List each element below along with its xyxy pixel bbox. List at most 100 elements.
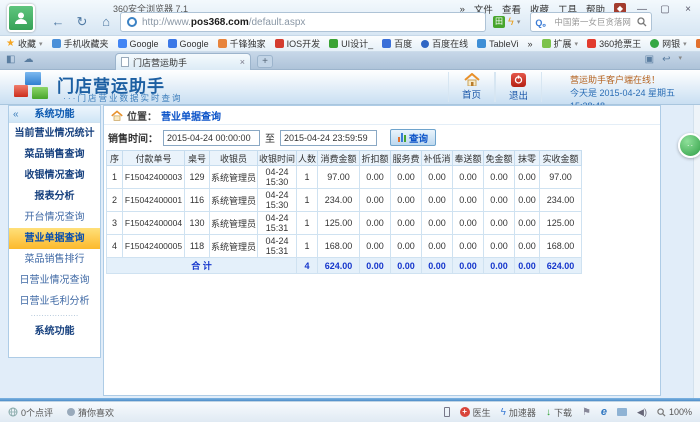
- sidebar-item-business-bill-query[interactable]: 营业单据查询: [9, 228, 100, 249]
- cell-cash-time: 04-2415:31: [258, 235, 297, 258]
- sale-time-to-input[interactable]: [280, 130, 377, 146]
- guess-you-like[interactable]: 猜你喜欢: [67, 406, 114, 419]
- total-min-charge: 0.00: [422, 258, 453, 274]
- total-service: 0.00: [391, 258, 422, 274]
- app-home-button[interactable]: 首页: [448, 72, 495, 102]
- sidebar-toggle-icon[interactable]: ◧: [6, 54, 15, 65]
- doctor-button[interactable]: +医生: [460, 406, 491, 419]
- address-bar[interactable]: http://www.pos368.com/default.aspx: [120, 12, 486, 32]
- sidebar-item-dish-sales-query[interactable]: 菜品销售查询: [9, 144, 100, 165]
- cell-people: 1: [297, 166, 318, 189]
- bookmark-ui-design[interactable]: UI设计_: [329, 37, 373, 50]
- close-button[interactable]: ×: [681, 4, 695, 15]
- cell-seq: 4: [107, 235, 123, 258]
- media-button[interactable]: [617, 408, 627, 416]
- col-cashier: 收银员: [210, 151, 258, 166]
- back-button[interactable]: ←: [48, 12, 68, 32]
- sidebar-item-daily-gross-profit[interactable]: 日营业毛利分析: [9, 291, 100, 312]
- photo-icon: [617, 408, 627, 416]
- bookmark-favorites[interactable]: ★收藏▾: [6, 37, 43, 50]
- search-input[interactable]: 中国第一女巨贪落网: [554, 16, 634, 28]
- chevron-down-icon[interactable]: ▾: [678, 54, 682, 65]
- cell-min-charge: 0.00: [422, 189, 453, 212]
- bookmark-qianfeng[interactable]: 千锋独家: [218, 37, 266, 50]
- bookmark-ios-dev[interactable]: IOS开发: [275, 37, 321, 50]
- star-icon: ★: [6, 39, 15, 48]
- toolbar-translate[interactable]: 翻译▾: [696, 37, 700, 50]
- restore-button[interactable]: ▢: [658, 4, 672, 15]
- table-row[interactable]: 4 F15042400005 118 系统管理员 04-2415:31 1 16…: [107, 235, 582, 258]
- toolbar-ebank[interactable]: 网银▾: [650, 37, 687, 50]
- mobile-connect-button[interactable]: [444, 407, 450, 417]
- extension-icon[interactable]: 田: [493, 16, 505, 28]
- sidebar-section-system-functions[interactable]: 系统功能: [9, 321, 100, 342]
- tab-active[interactable]: 门店营运助手 ×: [115, 53, 251, 70]
- sidebar-item-current-business-stats[interactable]: 当前营业情况统计: [9, 123, 100, 144]
- zoom-control[interactable]: 100%: [657, 407, 692, 417]
- cell-service: 0.00: [391, 189, 422, 212]
- sidebar-item-cashier-status-query[interactable]: 收银情况查询: [9, 165, 100, 186]
- sidebar-header[interactable]: « 系统功能: [9, 106, 100, 123]
- flag-button[interactable]: ⚑: [582, 407, 591, 418]
- bookmark-google-2[interactable]: Google: [168, 39, 209, 49]
- url-text[interactable]: http://www.pos368.com/default.aspx: [142, 17, 305, 28]
- refresh-button[interactable]: ↻: [72, 12, 92, 32]
- bookmarks-overflow-icon[interactable]: »: [528, 39, 533, 49]
- cell-cash-time: 04-2415:30: [258, 189, 297, 212]
- sound-button[interactable]: ◀): [637, 407, 647, 418]
- search-box[interactable]: Q。 中国第一女巨贪落网: [530, 12, 652, 32]
- query-bar: 销售时间： 至 查询: [104, 125, 660, 150]
- cloud-sync-icon[interactable]: ☁: [23, 54, 33, 65]
- cell-people: 1: [297, 189, 318, 212]
- lightning-icon: ϟ: [501, 407, 506, 418]
- cell-bill-no: F15042400001: [123, 189, 185, 212]
- search-icon[interactable]: [637, 17, 647, 27]
- sidebar-item-dish-sales-ranking[interactable]: 菜品销售排行: [9, 249, 100, 270]
- collapse-icon[interactable]: «: [13, 106, 19, 123]
- bookmark-tablevi[interactable]: TableVi: [477, 39, 518, 49]
- query-button[interactable]: 查询: [390, 129, 436, 146]
- undo-close-icon[interactable]: ↩: [662, 54, 670, 65]
- cell-round: 0.00: [515, 166, 540, 189]
- sidebar-item-daily-business-query[interactable]: 日营业情况查询: [9, 270, 100, 291]
- location-home-icon: [111, 110, 123, 121]
- col-people: 人数: [297, 151, 318, 166]
- cell-discount: 0.00: [360, 189, 391, 212]
- cell-round: 0.00: [515, 235, 540, 258]
- sidebar-item-table-open-query[interactable]: 开台情况查询: [9, 207, 100, 228]
- download-button[interactable]: ↓下载: [546, 406, 572, 419]
- bookmark-baidu-online[interactable]: 百度在线: [421, 37, 468, 50]
- cell-people: 1: [297, 212, 318, 235]
- toolbar-extensions[interactable]: 扩展▾: [542, 37, 579, 50]
- table-row[interactable]: 3 F15042400004 130 系统管理员 04-2415:31 1 12…: [107, 212, 582, 235]
- floating-service-button[interactable]: ··: [678, 133, 700, 158]
- bookmark-mobile-favorites[interactable]: 手机收藏夹: [52, 37, 109, 50]
- table-row[interactable]: 2 F15042400001 116 系统管理员 04-2415:30 1 23…: [107, 189, 582, 212]
- toolbar-right: 扩展▾ 360抢票王 网银▾ 翻译▾ 截图▾ 游戏▾ »: [542, 37, 700, 50]
- bill-table: 序 付款单号 桌号 收银员 收银时间 人数 消费金额 折扣额 服务费 补低消 奉…: [106, 150, 582, 274]
- ie-mode-button[interactable]: e: [601, 406, 607, 418]
- app-exit-button[interactable]: 退出: [495, 72, 542, 102]
- cell-seq: 1: [107, 166, 123, 189]
- cell-seq: 3: [107, 212, 123, 235]
- site-reviews[interactable]: 0个点评: [8, 406, 53, 419]
- site-icon: [127, 17, 137, 27]
- sale-time-from-input[interactable]: [163, 130, 260, 146]
- sidebar-section-report-analysis[interactable]: 报表分析: [9, 186, 100, 207]
- booster-button[interactable]: ϟ加速器: [501, 406, 536, 419]
- restore-tab-icon[interactable]: ▣: [645, 54, 654, 65]
- chevron-down-icon[interactable]: ▾: [517, 18, 521, 26]
- toolbar-ticket-king[interactable]: 360抢票王: [587, 37, 641, 50]
- table-total-row: 合 计 4 624.00 0.00 0.00 0.00 0.00 0.00 0.…: [107, 258, 582, 274]
- tab-close-icon[interactable]: ×: [240, 57, 245, 67]
- home-button[interactable]: ⌂: [96, 12, 116, 32]
- total-gift: 0.00: [453, 258, 484, 274]
- user-avatar[interactable]: [7, 4, 35, 32]
- new-tab-button[interactable]: +: [257, 55, 273, 68]
- table-row[interactable]: 1 F15042400003 129 系统管理员 04-2415:30 1 97…: [107, 166, 582, 189]
- bookmark-baidu[interactable]: 百度: [382, 37, 412, 50]
- bookmark-google[interactable]: Google: [118, 39, 159, 49]
- table-icon: [477, 39, 486, 48]
- cell-bill-no: F15042400003: [123, 166, 185, 189]
- lightning-icon[interactable]: ϟ: [508, 16, 514, 28]
